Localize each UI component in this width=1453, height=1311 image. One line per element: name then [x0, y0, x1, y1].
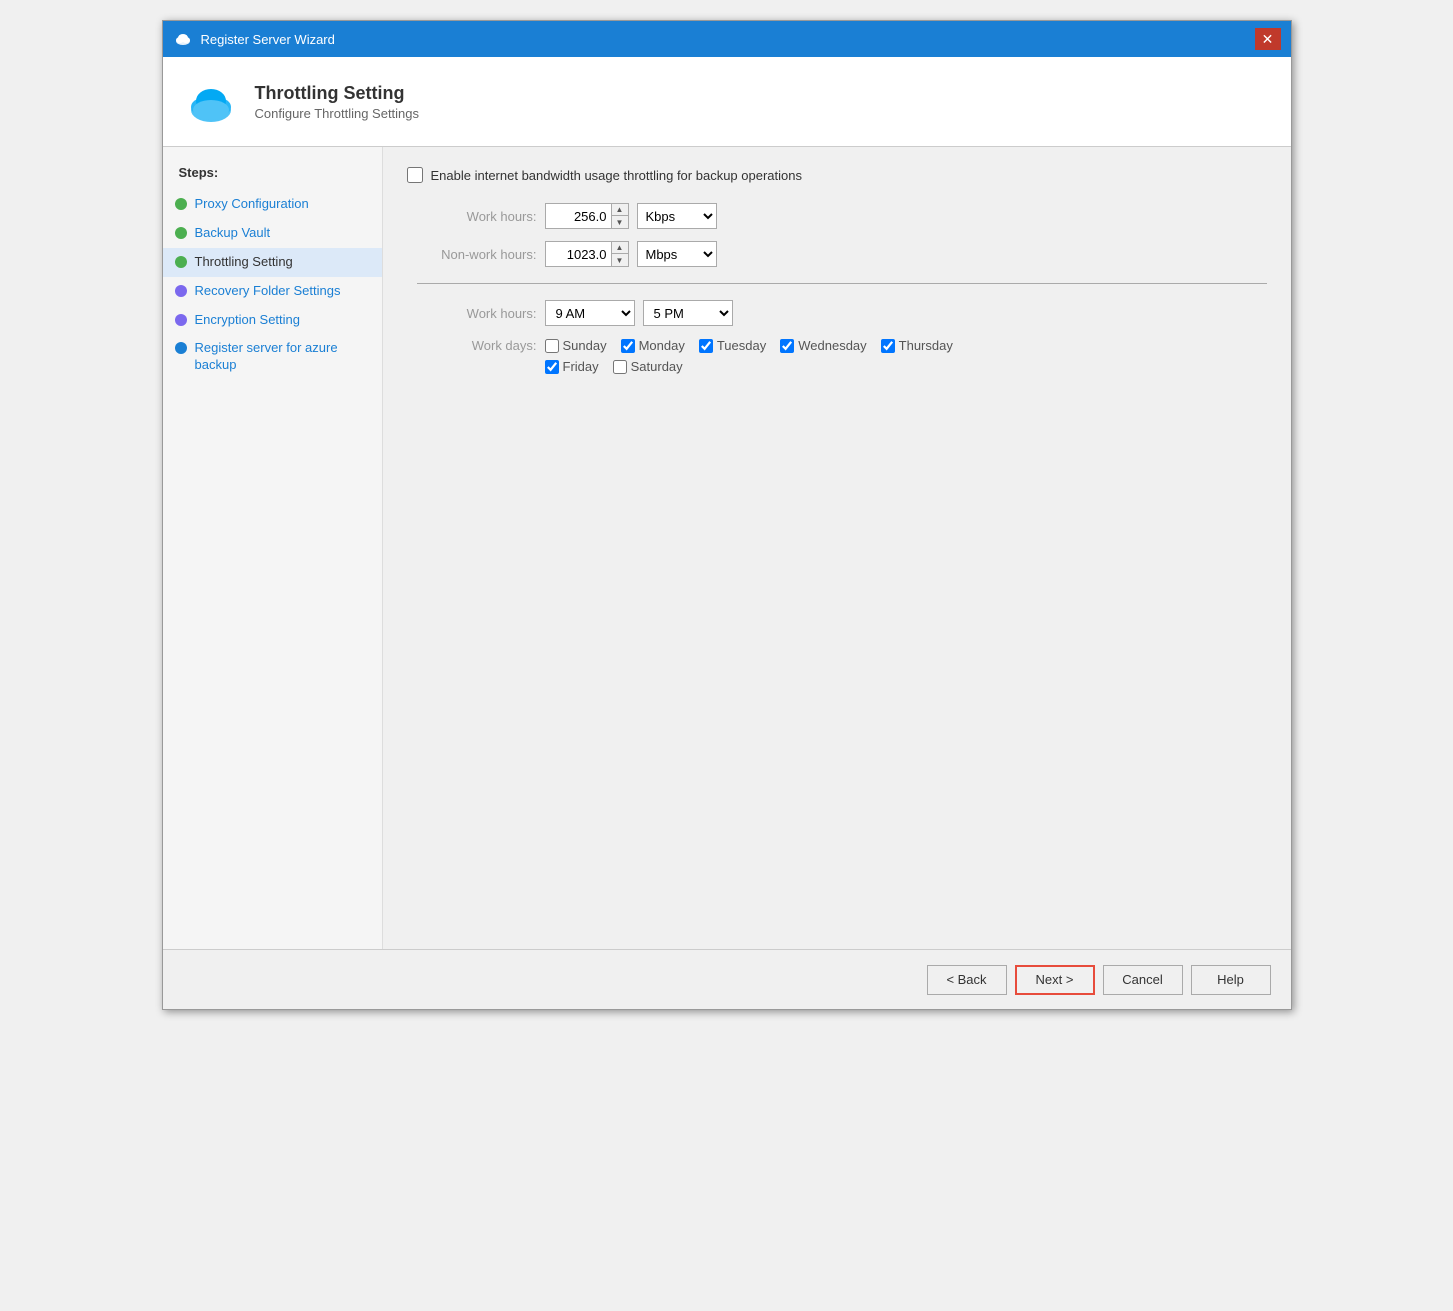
work-hours-up-button[interactable]: ▲: [612, 204, 628, 216]
work-end-time-select[interactable]: 3 PM 4 PM 5 PM 6 PM: [643, 300, 733, 326]
day-friday: Friday: [545, 359, 599, 374]
page-subtitle: Configure Throttling Settings: [255, 106, 420, 121]
sidebar-item-encryption[interactable]: Encryption Setting: [163, 306, 382, 335]
main-panel: Enable internet bandwidth usage throttli…: [383, 147, 1291, 949]
work-start-time-select[interactable]: 6 AM 7 AM 8 AM 9 AM 10 AM: [545, 300, 635, 326]
work-hours-time-row: Work hours: 6 AM 7 AM 8 AM 9 AM 10 AM 3 …: [417, 300, 1267, 326]
wednesday-checkbox[interactable]: [780, 339, 794, 353]
next-button[interactable]: Next >: [1015, 965, 1095, 995]
work-days-row-1: Work days: Sunday Monday Tuesday: [417, 338, 1267, 353]
sidebar-label-throttling: Throttling Setting: [195, 254, 293, 271]
sidebar-item-recovery[interactable]: Recovery Folder Settings: [163, 277, 382, 306]
dot-encryption: [175, 314, 187, 326]
non-work-hours-input[interactable]: [546, 245, 611, 264]
sidebar-title: Steps:: [163, 161, 382, 190]
wednesday-label: Wednesday: [798, 338, 866, 353]
back-button[interactable]: < Back: [927, 965, 1007, 995]
sidebar-label-recovery: Recovery Folder Settings: [195, 283, 341, 300]
header-icon: [183, 74, 239, 130]
work-hours-unit-select[interactable]: Kbps Mbps: [637, 203, 717, 229]
dot-register: [175, 342, 187, 354]
dot-throttling: [175, 256, 187, 268]
title-bar-title: Register Server Wizard: [201, 32, 1255, 47]
settings-divider: [417, 283, 1267, 284]
dot-proxy: [175, 198, 187, 210]
thursday-checkbox[interactable]: [881, 339, 895, 353]
throttling-settings: Work hours: ▲ ▼ Kbps Mbps N: [407, 203, 1267, 374]
work-hours-down-button[interactable]: ▼: [612, 216, 628, 228]
non-work-hours-spinner-buttons: ▲ ▼: [611, 242, 628, 266]
sunday-checkbox[interactable]: [545, 339, 559, 353]
non-work-hours-spinner: ▲ ▼: [545, 241, 629, 267]
work-hours-input[interactable]: [546, 207, 611, 226]
content-area: Steps: Proxy Configuration Backup Vault …: [163, 147, 1291, 949]
day-tuesday: Tuesday: [699, 338, 766, 353]
day-wednesday: Wednesday: [780, 338, 866, 353]
day-thursday: Thursday: [881, 338, 953, 353]
header-text: Throttling Setting Configure Throttling …: [255, 83, 420, 121]
sidebar-label-register: Register server for azure backup: [195, 340, 372, 374]
wizard-window: Register Server Wizard ✕ Throttling Sett…: [162, 20, 1292, 1010]
monday-checkbox[interactable]: [621, 339, 635, 353]
saturday-label: Saturday: [631, 359, 683, 374]
tuesday-label: Tuesday: [717, 338, 766, 353]
dot-recovery: [175, 285, 187, 297]
sidebar-label-proxy: Proxy Configuration: [195, 196, 309, 213]
enable-throttling-checkbox[interactable]: [407, 167, 423, 183]
non-work-hours-unit-select[interactable]: Kbps Mbps: [637, 241, 717, 267]
work-hours-spinner: ▲ ▼: [545, 203, 629, 229]
work-hours-time-label: Work hours:: [417, 306, 537, 321]
footer: < Back Next > Cancel Help: [163, 949, 1291, 1009]
header: Throttling Setting Configure Throttling …: [163, 57, 1291, 147]
friday-checkbox[interactable]: [545, 360, 559, 374]
sidebar-label-backup-vault: Backup Vault: [195, 225, 271, 242]
enable-throttling-row: Enable internet bandwidth usage throttli…: [407, 167, 1267, 183]
dot-backup-vault: [175, 227, 187, 239]
sunday-label: Sunday: [563, 338, 607, 353]
monday-label: Monday: [639, 338, 685, 353]
sidebar-item-register[interactable]: Register server for azure backup: [163, 334, 382, 380]
enable-throttling-label: Enable internet bandwidth usage throttli…: [431, 168, 802, 183]
day-monday: Monday: [621, 338, 685, 353]
work-days-row-2: Friday Saturday: [417, 359, 1267, 374]
work-days-label: Work days:: [417, 338, 537, 353]
non-work-hours-up-button[interactable]: ▲: [612, 242, 628, 254]
sidebar: Steps: Proxy Configuration Backup Vault …: [163, 147, 383, 949]
sidebar-item-throttling: Throttling Setting: [163, 248, 382, 277]
day-sunday: Sunday: [545, 338, 607, 353]
cancel-button[interactable]: Cancel: [1103, 965, 1183, 995]
sidebar-label-encryption: Encryption Setting: [195, 312, 301, 329]
non-work-hours-label: Non-work hours:: [417, 247, 537, 262]
day-saturday: Saturday: [613, 359, 683, 374]
work-hours-bandwidth-row: Work hours: ▲ ▼ Kbps Mbps: [417, 203, 1267, 229]
non-work-hours-down-button[interactable]: ▼: [612, 254, 628, 266]
work-hours-label: Work hours:: [417, 209, 537, 224]
title-bar-icon: [173, 29, 193, 49]
thursday-label: Thursday: [899, 338, 953, 353]
work-days-section: Work days: Sunday Monday Tuesday: [417, 338, 1267, 374]
title-bar: Register Server Wizard ✕: [163, 21, 1291, 57]
non-work-hours-bandwidth-row: Non-work hours: ▲ ▼ Kbps Mbps: [417, 241, 1267, 267]
friday-label: Friday: [563, 359, 599, 374]
sidebar-item-proxy[interactable]: Proxy Configuration: [163, 190, 382, 219]
sidebar-item-backup-vault[interactable]: Backup Vault: [163, 219, 382, 248]
page-title: Throttling Setting: [255, 83, 420, 104]
help-button[interactable]: Help: [1191, 965, 1271, 995]
work-hours-spinner-buttons: ▲ ▼: [611, 204, 628, 228]
tuesday-checkbox[interactable]: [699, 339, 713, 353]
close-button[interactable]: ✕: [1255, 28, 1281, 50]
saturday-checkbox[interactable]: [613, 360, 627, 374]
